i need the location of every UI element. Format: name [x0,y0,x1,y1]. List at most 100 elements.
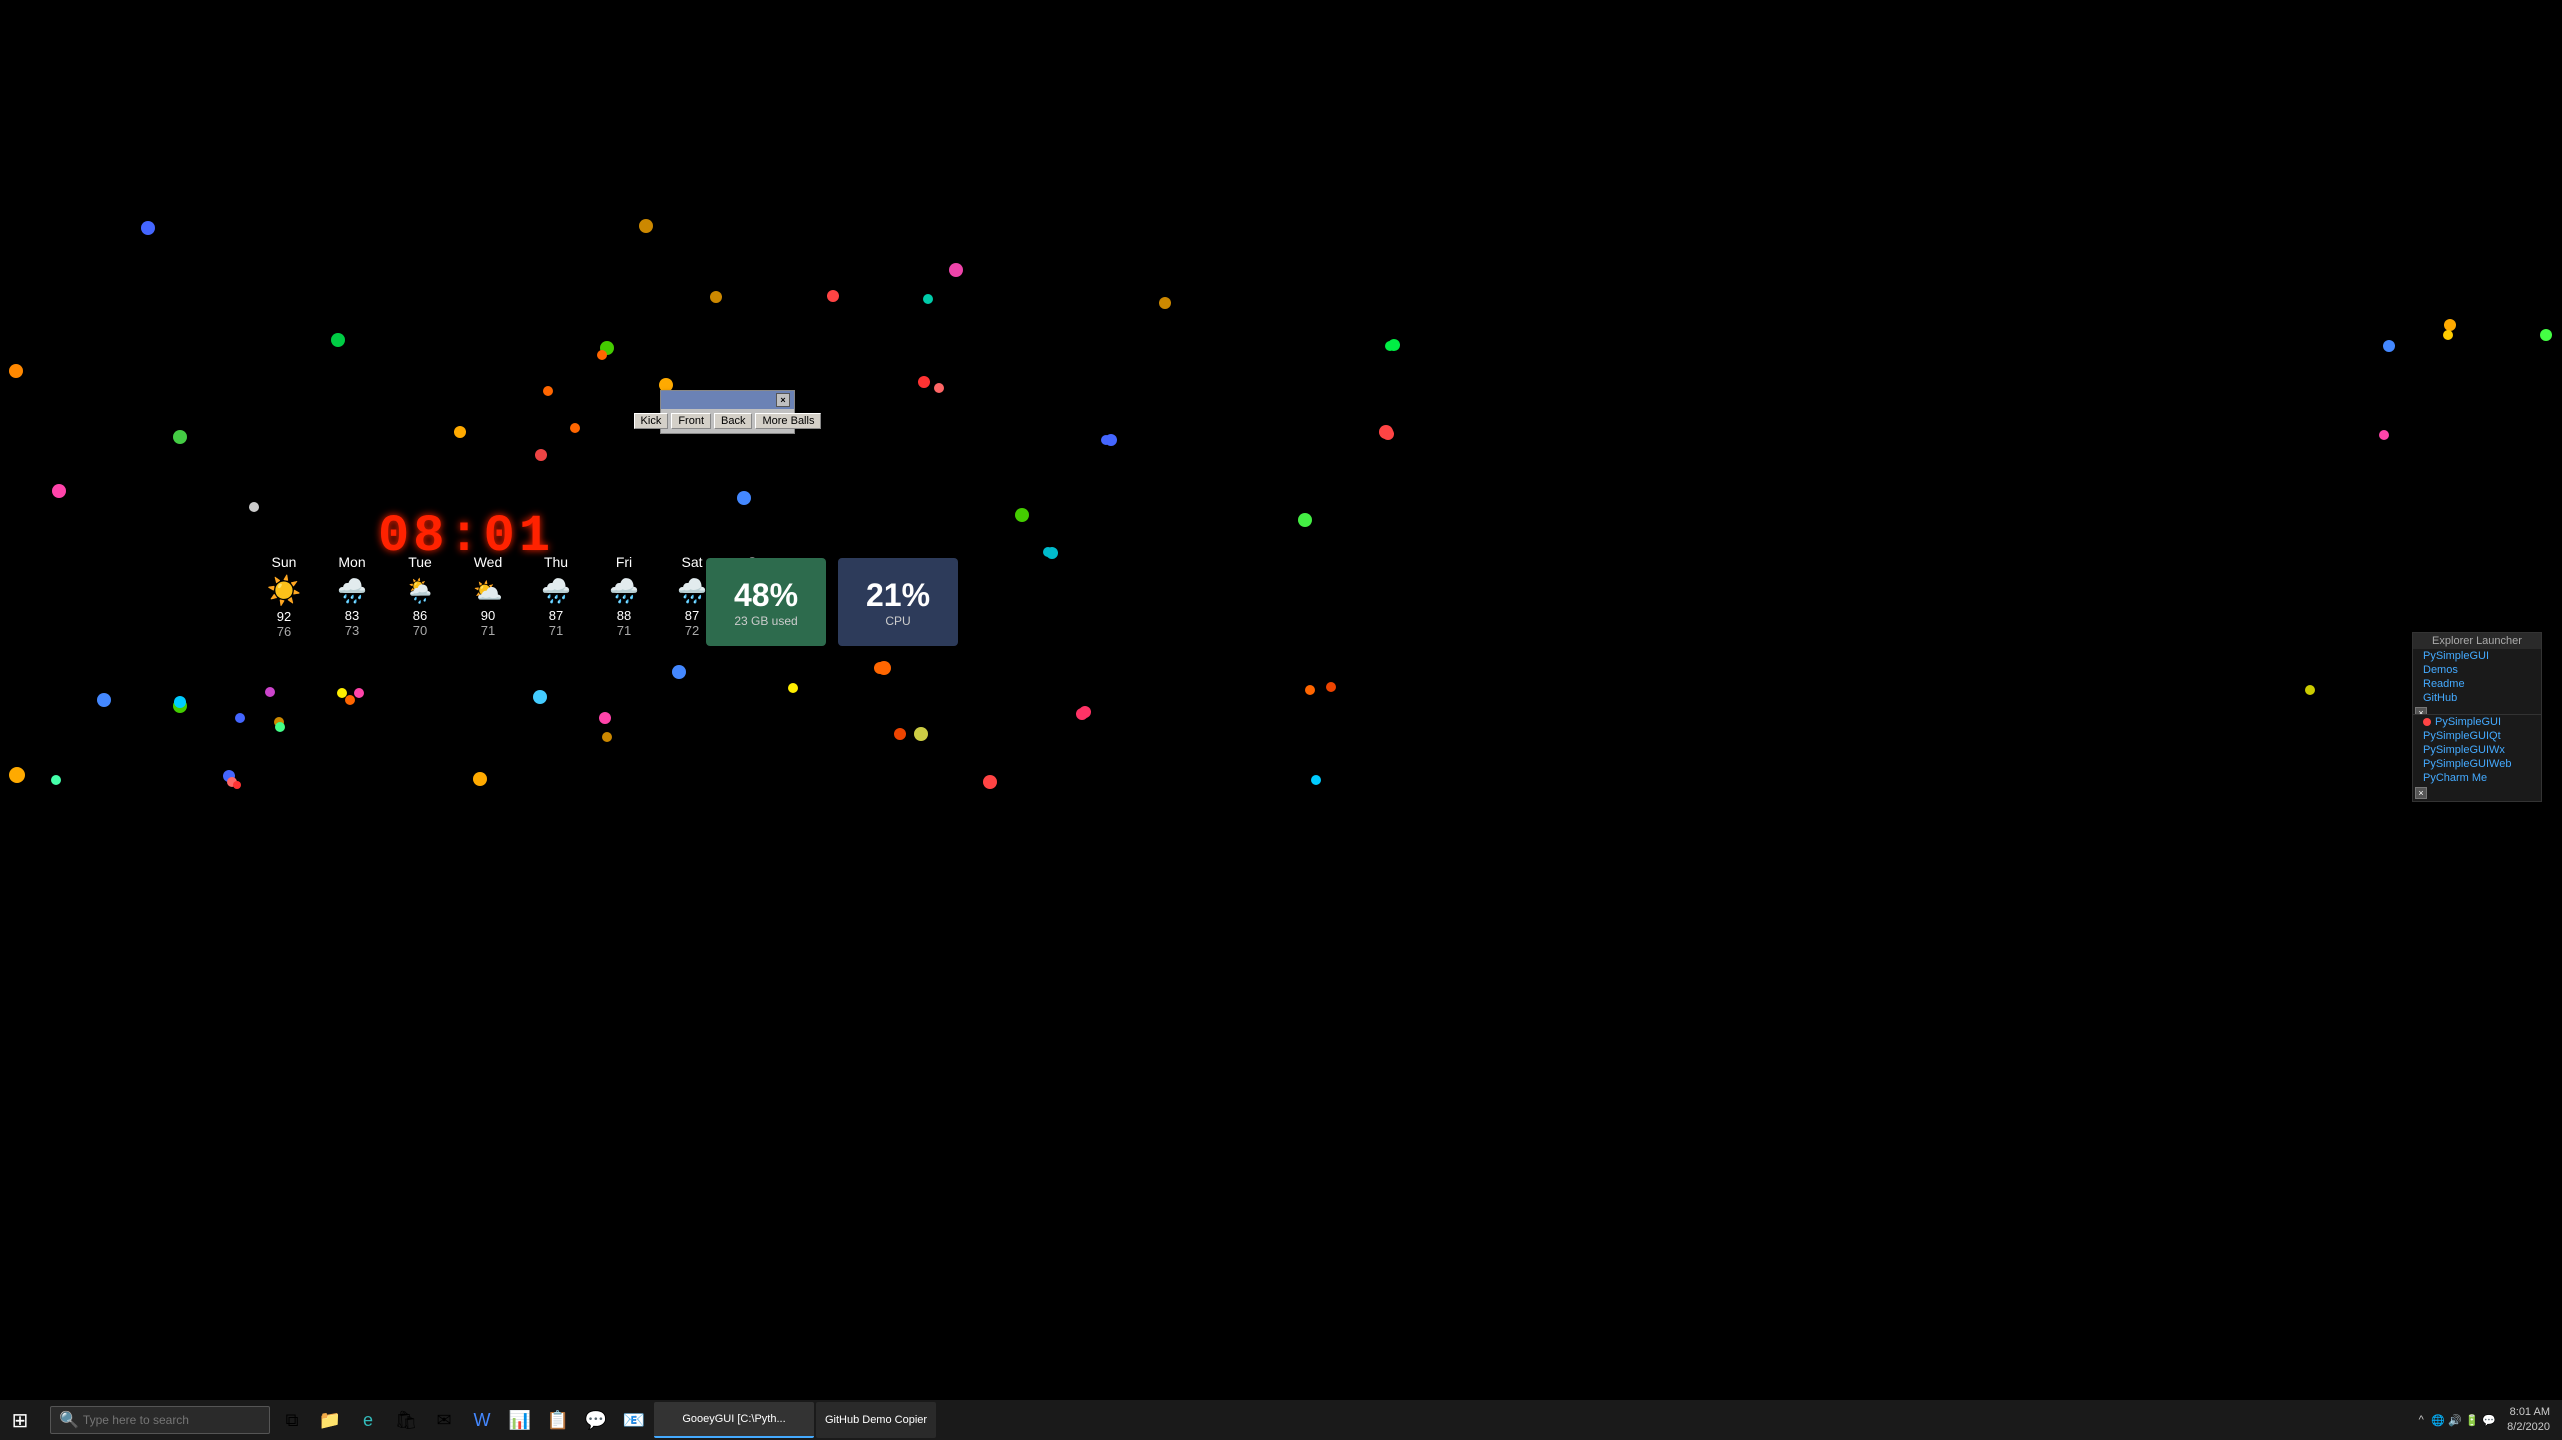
more-balls-button[interactable]: More Balls [755,413,821,429]
sound-icon[interactable]: 🔊 [2447,1412,2463,1428]
app5-icon[interactable]: 📊 [502,1402,538,1438]
file-explorer-icon[interactable]: 📁 [312,1402,348,1438]
ball-55 [1079,706,1091,718]
weather-day-name-0: Sun [252,554,316,570]
ball-66 [894,728,906,740]
ball-14 [1385,341,1395,351]
front-button[interactable]: Front [671,413,711,429]
ball-59 [2443,330,2453,340]
app8-icon[interactable]: 📧 [616,1402,652,1438]
ram-percent: 48% [734,577,798,614]
ball-40 [602,732,612,742]
weather-day-2: Tue 🌦️ 86 70 [386,552,454,641]
balls-dialog[interactable]: × Kick Front Back More Balls [660,390,795,434]
taskbar-search-box[interactable]: 🔍 [50,1406,270,1434]
weather-day-0: Sun ☀️ 92 76 [250,552,318,641]
weather-day-1: Mon 🌧️ 83 73 [318,552,386,641]
battery-icon[interactable]: 🔋 [2464,1412,2480,1428]
action-center-icon[interactable]: 💬 [2481,1412,2497,1428]
taskbar-time-display: 8:01 AM [2507,1405,2550,1420]
explorer2-item-1[interactable]: PySimpleGUIQt [2413,729,2541,743]
ball-3 [710,291,722,303]
kick-button[interactable]: Kick [634,413,669,429]
cpu-percent: 21% [866,577,930,614]
ball-62 [1382,428,1394,440]
gooey-gui-taskbar-item[interactable]: GooeyGUI [C:\Pyth... [654,1402,814,1438]
weather-day-name-2: Tue [388,554,452,570]
ball-22 [52,484,66,498]
dialog-close-button[interactable]: × [776,393,790,407]
app6-icon[interactable]: 📋 [540,1402,576,1438]
explorer-launcher-title: Explorer Launcher [2413,633,2541,649]
ball-9 [597,350,607,360]
system-tray: ^ 🌐 🔊 🔋 💬 [2413,1412,2497,1428]
explorer-item-3[interactable]: GitHub [2413,691,2541,705]
ball-2 [949,263,963,277]
ball-39 [672,665,686,679]
ball-68 [265,687,275,697]
search-input[interactable] [83,1413,261,1427]
taskbar-clock[interactable]: 8:01 AM 8/2/2020 [2507,1405,2554,1436]
weather-high-2: 86 [388,608,452,623]
explorer2-item-3[interactable]: PySimpleGUIWeb [2413,757,2541,771]
cpu-label: CPU [885,614,910,628]
taskbar: ⊞ 🔍 ⧉ 📁 e 🛍 ✉ W 📊 📋 💬 📧 GooeyGUI [C:\Pyt… [0,1400,2562,1440]
weather-high-5: 88 [592,608,656,623]
ball-60 [1326,682,1336,692]
start-button[interactable]: ⊞ [0,1400,40,1440]
weather-day-name-1: Mon [320,554,384,570]
weather-icon-2: 🌦️ [388,574,452,606]
ball-53 [337,688,347,698]
weather-low-2: 70 [388,623,452,638]
explorer-item-0[interactable]: PySimpleGUI [2413,649,2541,663]
explorer-item-2[interactable]: Readme [2413,677,2541,691]
taskview-button[interactable]: ⧉ [274,1402,310,1438]
ball-65 [1101,435,1111,445]
github-demo-icon[interactable]: GitHub Demo Copier [816,1402,936,1438]
explorer-item-1[interactable]: Demos [2413,663,2541,677]
weather-high-3: 90 [456,608,520,623]
explorer2-item-4[interactable]: PyCharm Me [2413,771,2541,785]
tray-arrow[interactable]: ^ [2413,1412,2429,1428]
weather-low-4: 71 [524,623,588,638]
network-icon[interactable]: 🌐 [2430,1412,2446,1428]
weather-icon-1: 🌧️ [320,574,384,606]
taskbar-right-area: ^ 🌐 🔊 🔋 💬 8:01 AM 8/2/2020 [2413,1405,2562,1436]
ball-16 [934,383,944,393]
weather-low-5: 71 [592,623,656,638]
taskbar-date-display: 8/2/2020 [2507,1420,2550,1435]
ball-15 [918,376,930,388]
weather-low-3: 71 [456,623,520,638]
ball-41 [788,683,798,693]
ball-37 [473,772,487,786]
ball-17 [570,423,580,433]
store-icon[interactable]: 🛍 [388,1402,424,1438]
explorer-launcher2-close[interactable]: × [2415,787,2427,799]
explorer-launcher-panel: Explorer Launcher PySimpleGUIDemosReadme… [2412,632,2542,722]
weather-icon-0: ☀️ [252,574,316,607]
cpu-widget: 21% CPU [838,558,958,646]
ball-24 [1015,508,1029,522]
word-icon[interactable]: W [464,1402,500,1438]
ball-11 [543,386,553,396]
ball-29 [249,502,259,512]
back-button[interactable]: Back [714,413,752,429]
app7-icon[interactable]: 💬 [578,1402,614,1438]
ball-20 [535,449,547,461]
explorer2-item-0[interactable]: PySimpleGUI [2413,715,2541,729]
ball-6 [1159,297,1171,309]
ball-56 [1311,775,1321,785]
ball-54 [983,775,997,789]
search-icon: 🔍 [59,1410,79,1430]
weather-day-name-3: Wed [456,554,520,570]
ball-28 [1298,513,1312,527]
ball-58 [2383,340,2395,352]
mail-icon[interactable]: ✉ [426,1402,462,1438]
weather-icon-3: ⛅ [456,574,520,606]
ball-32 [174,696,186,708]
ram-widget: 48% 23 GB used [706,558,826,646]
explorer2-item-2[interactable]: PySimpleGUIWx [2413,743,2541,757]
edge-icon[interactable]: e [350,1402,386,1438]
ball-63 [2379,430,2389,440]
weather-day-name-4: Thu [524,554,588,570]
